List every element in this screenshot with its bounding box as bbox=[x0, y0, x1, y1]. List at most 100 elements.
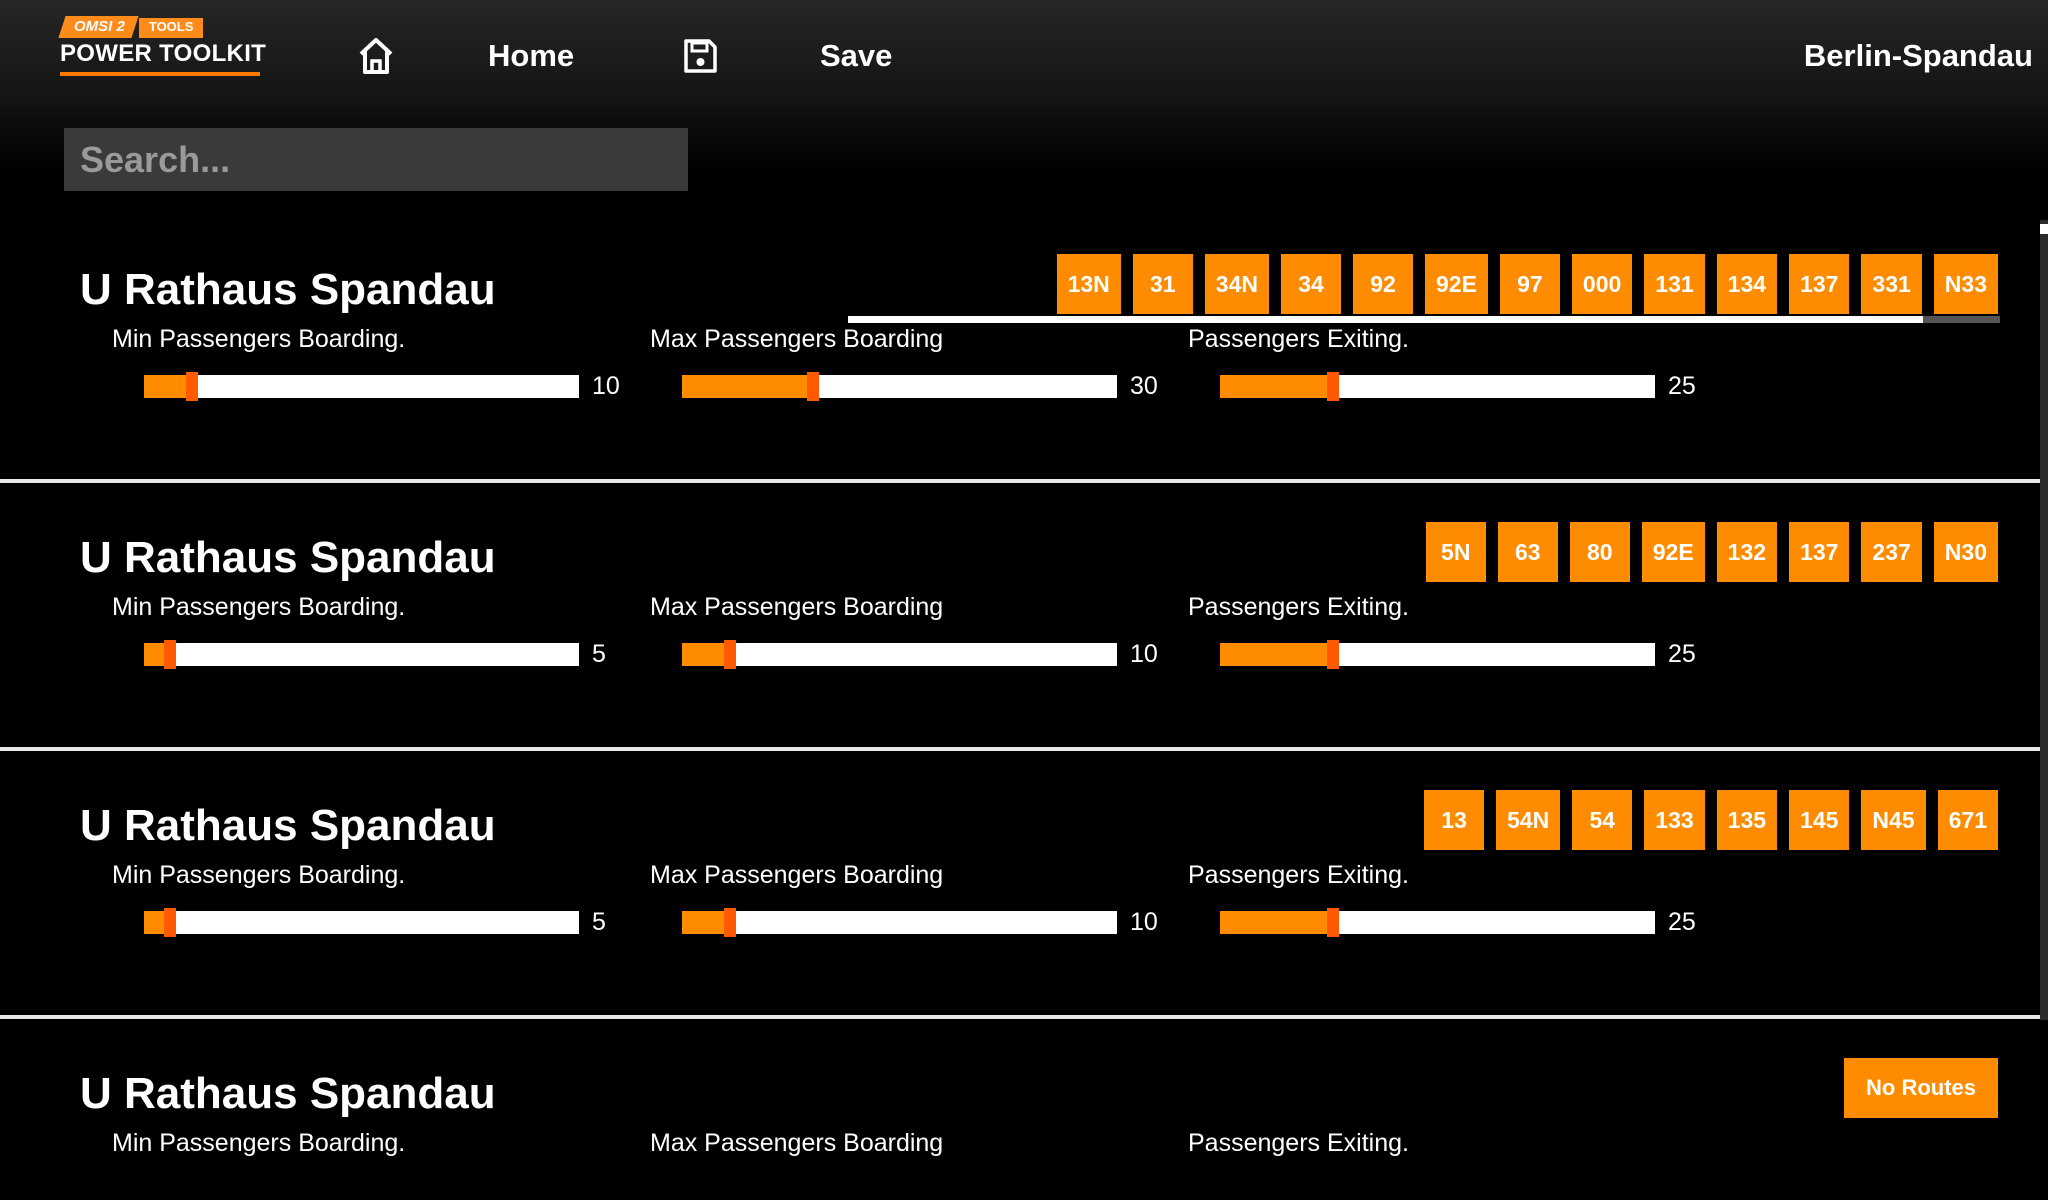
route-badge[interactable]: 000 bbox=[1571, 254, 1633, 314]
route-badge[interactable]: 671 bbox=[1937, 790, 1998, 850]
route-badge[interactable]: 13N bbox=[1056, 254, 1121, 314]
route-badge[interactable]: 132 bbox=[1716, 522, 1778, 582]
slider-label: Min Passengers Boarding. bbox=[112, 593, 406, 621]
max-boarding-slider[interactable] bbox=[682, 372, 1117, 401]
route-badge[interactable]: 63 bbox=[1497, 522, 1558, 582]
slider-thumb[interactable] bbox=[1327, 908, 1340, 937]
route-badge[interactable]: N30 bbox=[1933, 522, 1998, 582]
home-icon[interactable] bbox=[356, 34, 396, 78]
exiting-slider-group: Passengers Exiting. 25 bbox=[1188, 324, 1708, 404]
slider-thumb[interactable] bbox=[723, 640, 736, 669]
slider-thumb[interactable] bbox=[1327, 372, 1340, 401]
stop-name: U Rathaus Spandau bbox=[80, 265, 496, 314]
stop-name: U Rathaus Spandau bbox=[80, 1069, 496, 1118]
search-input[interactable] bbox=[64, 128, 688, 191]
slider-label: Max Passengers Boarding bbox=[650, 861, 944, 889]
slider-value: 10 bbox=[1130, 640, 1158, 668]
slider-thumb[interactable] bbox=[1327, 640, 1340, 669]
logo-underline bbox=[60, 72, 260, 76]
main-scrollbar-track[interactable] bbox=[2040, 220, 2048, 1020]
stop-card: U Rathaus Spandau 5N 63 80 92E 132 137 2… bbox=[0, 500, 2040, 765]
exiting-slider-group: Passengers Exiting. 25 bbox=[1188, 592, 1708, 672]
route-badge[interactable]: 5N bbox=[1425, 522, 1486, 582]
slider-fill bbox=[1220, 643, 1334, 666]
min-boarding-slider-group: Min Passengers Boarding. 10 bbox=[112, 324, 632, 404]
slider-label: Passengers Exiting. bbox=[1188, 861, 1409, 889]
route-badge[interactable]: 54N bbox=[1496, 790, 1561, 850]
no-routes-badge: No Routes bbox=[1844, 1058, 1998, 1118]
route-badge[interactable]: 34N bbox=[1204, 254, 1269, 314]
slider-thumb[interactable] bbox=[806, 372, 819, 401]
main-scrollbar-thumb[interactable] bbox=[2040, 224, 2048, 234]
stop-card: U Rathaus Spandau 13 54N 54 133 135 145 … bbox=[0, 768, 2040, 1033]
slider-fill bbox=[1220, 911, 1334, 934]
logo-tools-badge: TOOLS bbox=[138, 18, 204, 38]
min-boarding-slider[interactable] bbox=[144, 372, 579, 401]
app-title: POWER TOOLKIT bbox=[60, 40, 267, 67]
slider-value: 5 bbox=[592, 640, 606, 668]
route-badge[interactable]: N33 bbox=[1933, 254, 1998, 314]
exiting-slider[interactable] bbox=[1220, 372, 1655, 401]
slider-value: 25 bbox=[1668, 908, 1696, 936]
slider-thumb[interactable] bbox=[185, 372, 198, 401]
min-boarding-slider-group: Min Passengers Boarding. 5 bbox=[112, 860, 632, 940]
slider-value: 5 bbox=[592, 908, 606, 936]
slider-label: Passengers Exiting. bbox=[1188, 593, 1409, 621]
max-boarding-slider-group: Max Passengers Boarding 30 bbox=[650, 324, 1170, 404]
route-badge[interactable]: 331 bbox=[1861, 254, 1922, 314]
slider-thumb[interactable] bbox=[164, 640, 177, 669]
route-badge[interactable]: 134 bbox=[1716, 254, 1778, 314]
route-badge[interactable]: 54 bbox=[1572, 790, 1633, 850]
stop-name: U Rathaus Spandau bbox=[80, 801, 496, 850]
route-badge[interactable]: 137 bbox=[1789, 522, 1850, 582]
logo-omsi-badge: OMSI 2 bbox=[58, 16, 139, 38]
save-icon[interactable] bbox=[680, 34, 720, 78]
home-button[interactable]: Home bbox=[488, 36, 574, 76]
save-button[interactable]: Save bbox=[820, 36, 892, 76]
exiting-slider[interactable] bbox=[1220, 908, 1655, 937]
route-badge[interactable]: 97 bbox=[1499, 254, 1560, 314]
slider-label: Max Passengers Boarding bbox=[650, 593, 944, 621]
route-badge[interactable]: 92 bbox=[1352, 254, 1413, 314]
route-badge[interactable]: 131 bbox=[1644, 254, 1705, 314]
slider-fill bbox=[144, 375, 192, 398]
exiting-slider-group: Passengers Exiting. bbox=[1188, 1128, 1708, 1200]
route-badge[interactable]: 13 bbox=[1424, 790, 1485, 850]
slider-label: Max Passengers Boarding bbox=[650, 1129, 944, 1157]
route-badge[interactable]: 237 bbox=[1861, 522, 1922, 582]
route-badge[interactable]: 92E bbox=[1641, 522, 1705, 582]
stop-card: U Rathaus Spandau 13N 31 34N 34 92 92E 9… bbox=[0, 232, 2040, 497]
route-badge[interactable]: 34 bbox=[1280, 254, 1341, 314]
exiting-slider[interactable] bbox=[1220, 640, 1655, 669]
exiting-slider-group: Passengers Exiting. 25 bbox=[1188, 860, 1708, 940]
route-badge[interactable]: 137 bbox=[1789, 254, 1850, 314]
min-boarding-slider[interactable] bbox=[144, 908, 579, 937]
slider-thumb[interactable] bbox=[164, 908, 177, 937]
map-name: Berlin-Spandau bbox=[1803, 38, 2033, 73]
route-list: No Routes bbox=[1844, 1058, 1998, 1118]
slider-label: Passengers Exiting. bbox=[1188, 325, 1409, 353]
min-boarding-slider[interactable] bbox=[144, 640, 579, 669]
route-list: 13 54N 54 133 135 145 N45 671 bbox=[1424, 790, 1998, 850]
max-boarding-slider[interactable] bbox=[682, 640, 1117, 669]
slider-label: Max Passengers Boarding bbox=[650, 325, 944, 353]
route-badge[interactable]: N45 bbox=[1861, 790, 1926, 850]
route-list-scrollbar-thumb[interactable] bbox=[848, 316, 1923, 323]
route-badge[interactable]: 145 bbox=[1789, 790, 1850, 850]
stop-divider bbox=[0, 747, 2040, 751]
route-list-scrollbar[interactable] bbox=[848, 316, 2000, 323]
slider-value: 30 bbox=[1130, 372, 1158, 400]
app-logo: OMSI 2 TOOLS POWER TOOLKIT bbox=[58, 16, 266, 80]
slider-fill bbox=[1220, 375, 1334, 398]
route-badge[interactable]: 133 bbox=[1644, 790, 1705, 850]
slider-value: 25 bbox=[1668, 640, 1696, 668]
max-boarding-slider-group: Max Passengers Boarding bbox=[650, 1128, 1170, 1200]
slider-value: 10 bbox=[592, 372, 620, 400]
max-boarding-slider[interactable] bbox=[682, 908, 1117, 937]
slider-label: Min Passengers Boarding. bbox=[112, 325, 406, 353]
route-badge[interactable]: 92E bbox=[1424, 254, 1488, 314]
route-badge[interactable]: 135 bbox=[1716, 790, 1778, 850]
slider-thumb[interactable] bbox=[723, 908, 736, 937]
route-badge[interactable]: 31 bbox=[1132, 254, 1193, 314]
route-badge[interactable]: 80 bbox=[1569, 522, 1630, 582]
